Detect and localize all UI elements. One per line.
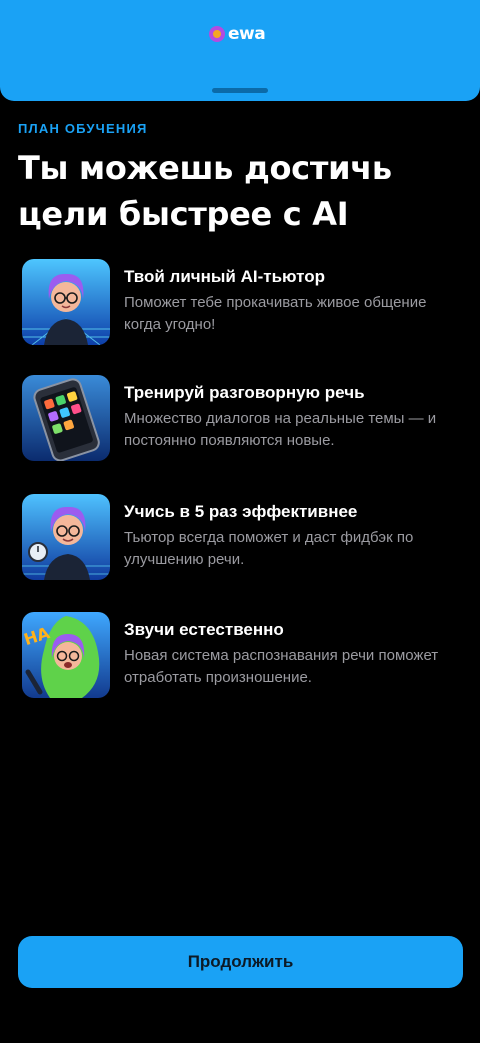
phone-apps-illustration-icon xyxy=(22,375,110,461)
feature-item-natural-speaking: HA Звучи естественно Новая система распо… xyxy=(22,612,462,702)
feature-item-ai-tutor: Твой личный AI-тьютор Поможет тебе прока… xyxy=(22,259,462,349)
feature-description: Множество диалогов на реальные темы — и … xyxy=(124,410,437,449)
page-title: Ты можешь достичь цели быстрее с AI xyxy=(18,149,392,233)
feature-title: Твой личный AI-тьютор xyxy=(124,267,326,286)
feature-title: Тренируй разговорную речь xyxy=(124,383,365,402)
top-sheet: ewa xyxy=(0,0,480,101)
speaking-illustration-icon: HA xyxy=(22,612,110,698)
ewa-logo-icon xyxy=(209,26,225,42)
app-logo: ewa xyxy=(209,24,266,44)
feature-description: Новая система распознавания речи поможет… xyxy=(124,647,439,686)
feature-item-efficiency: Учись в 5 раз эффективнее Тьютор всегда … xyxy=(22,494,462,584)
feature-title: Учись в 5 раз эффективнее xyxy=(124,502,358,521)
feature-title: Звучи естественно xyxy=(124,620,284,639)
continue-button[interactable]: Продолжить xyxy=(18,936,463,988)
feature-description: Тьютор всегда поможет и даст фидбэк по у… xyxy=(124,529,414,568)
feature-description: Поможет тебе прокачивать живое общение к… xyxy=(124,294,427,333)
feature-item-speaking-practice: Тренируй разговорную речь Множество диал… xyxy=(22,375,462,465)
logo-text: ewa xyxy=(228,24,266,44)
tutor-stopwatch-illustration-icon xyxy=(22,494,110,580)
sheet-grabber-handle[interactable] xyxy=(212,88,268,93)
section-eyebrow: ПЛАН ОБУЧЕНИЯ xyxy=(18,121,148,136)
ai-tutor-illustration-icon xyxy=(22,259,110,345)
